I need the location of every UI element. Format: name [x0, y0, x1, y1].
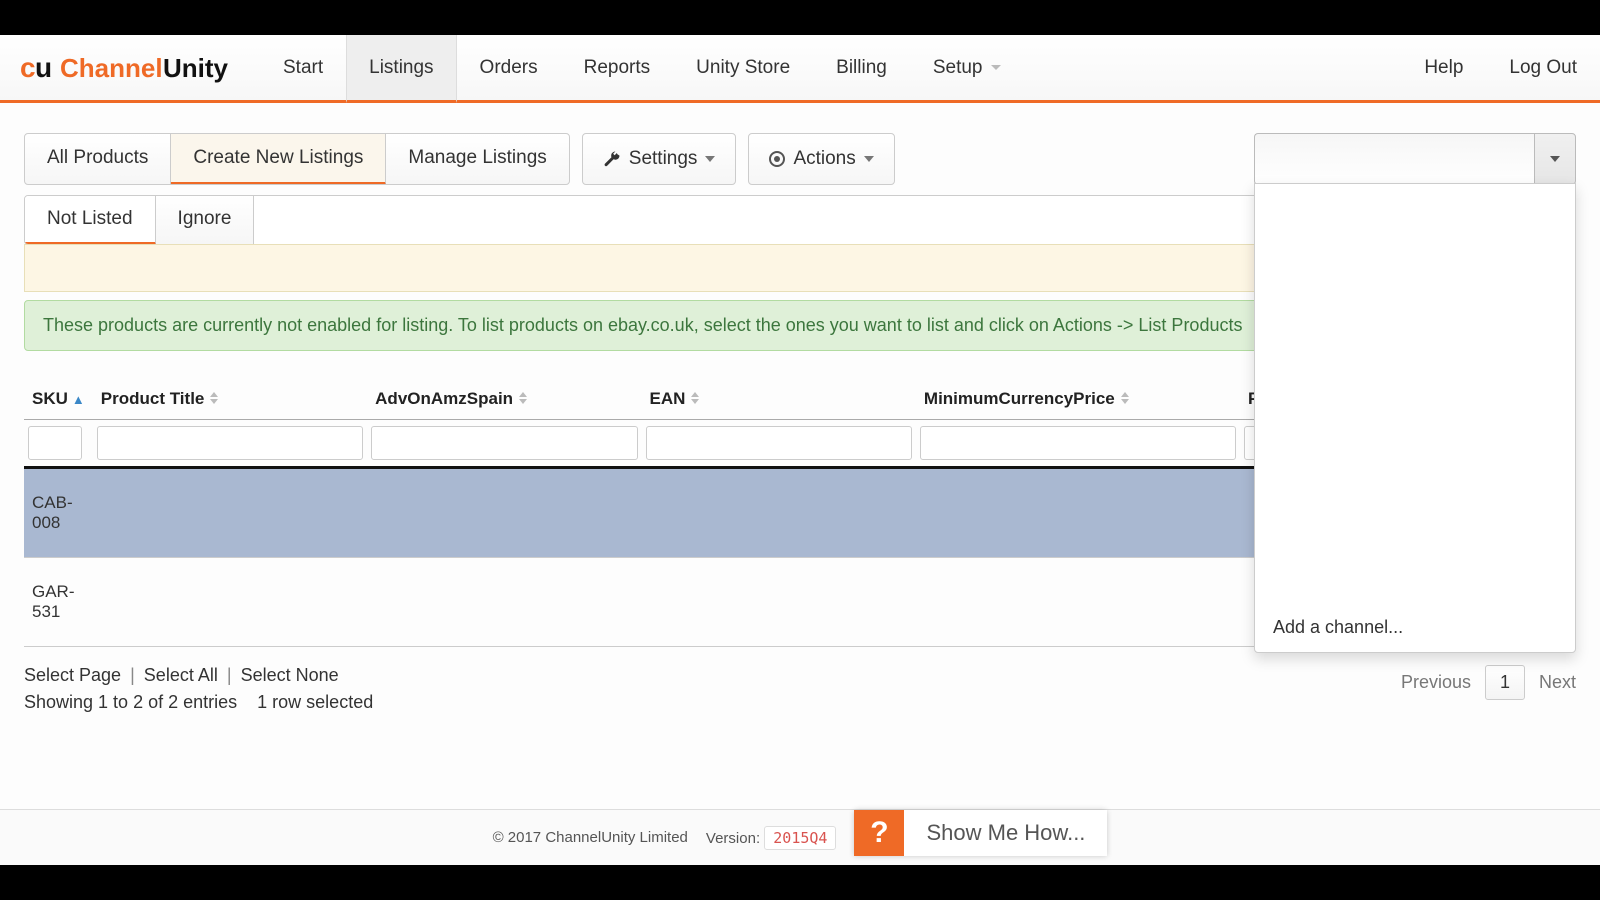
sort-icon	[691, 399, 699, 404]
version-value: 2015Q4	[764, 826, 836, 850]
filter-adv[interactable]	[371, 426, 637, 460]
svg-text:u: u	[35, 52, 52, 83]
copyright: © 2017 ChannelUnity Limited	[493, 829, 688, 846]
cell-ean	[642, 468, 916, 558]
nav-right: Help Log Out	[1401, 35, 1600, 100]
select-none-link[interactable]: Select None	[241, 665, 339, 685]
version-label: Version:	[706, 830, 760, 847]
svg-text:c: c	[20, 52, 36, 83]
question-icon: ?	[854, 810, 904, 856]
settings-dropdown[interactable]: Settings	[582, 133, 737, 185]
nav-reports[interactable]: Reports	[561, 35, 674, 100]
col-advonamzspain[interactable]: AdvOnAmzSpain	[367, 379, 641, 420]
cell-title	[93, 558, 367, 647]
nav-unity-store[interactable]: Unity Store	[673, 35, 813, 100]
wrench-icon	[603, 150, 621, 168]
nav-start[interactable]: Start	[260, 35, 346, 100]
current-page[interactable]: 1	[1485, 665, 1525, 700]
caret-down-icon	[864, 156, 874, 162]
nav-links: Start Listings Orders Reports Unity Stor…	[260, 35, 1024, 100]
caret-down-icon	[705, 156, 715, 162]
target-icon	[769, 151, 785, 167]
tab-create-new-listings[interactable]: Create New Listings	[171, 134, 386, 185]
previous-button[interactable]: Previous	[1401, 672, 1471, 693]
col-sku[interactable]: SKU▲	[24, 379, 93, 420]
cell-title	[93, 468, 367, 558]
logo-icon: c u Channel Unity	[20, 51, 230, 85]
showing-text: Showing 1 to 2 of 2 entries	[24, 692, 237, 712]
help-widget[interactable]: ? Show Me How...	[854, 810, 1107, 856]
tab-manage-listings[interactable]: Manage Listings	[386, 134, 568, 184]
sort-icon	[1121, 399, 1129, 404]
actions-label: Actions	[793, 148, 855, 170]
col-ean[interactable]: EAN	[642, 379, 916, 420]
col-product-title[interactable]: Product Title	[93, 379, 367, 420]
cell-adv	[367, 558, 641, 647]
filter-mincur[interactable]	[920, 426, 1236, 460]
col-mincurprice[interactable]: MinimumCurrencyPrice	[916, 379, 1240, 420]
nav-orders[interactable]: Orders	[457, 35, 561, 100]
channel-menu-add[interactable]: Add a channel...	[1255, 603, 1575, 652]
nav-billing[interactable]: Billing	[813, 35, 910, 100]
nav-logout[interactable]: Log Out	[1486, 35, 1600, 100]
cell-sku: GAR-531	[24, 558, 93, 647]
tab-not-listed[interactable]: Not Listed	[25, 196, 156, 245]
select-page-link[interactable]: Select Page	[24, 665, 121, 685]
cell-mincur	[916, 558, 1240, 647]
filter-sku[interactable]	[28, 426, 82, 460]
filter-title[interactable]	[97, 426, 363, 460]
channel-selector: Add a channel...	[1254, 133, 1576, 185]
sort-icon	[519, 399, 527, 404]
pager: Select Page | Select All | Select None S…	[0, 647, 1600, 713]
channel-dropdown-menu: Add a channel...	[1254, 183, 1576, 653]
svg-text:Unity: Unity	[163, 53, 229, 83]
caret-down-icon	[1550, 156, 1560, 162]
filter-ean[interactable]	[646, 426, 912, 460]
toolbar-row: All Products Create New Listings Manage …	[24, 133, 1576, 185]
nav-help[interactable]: Help	[1401, 35, 1486, 100]
selection-text: 1 row selected	[257, 692, 373, 712]
channel-selected-display[interactable]	[1254, 133, 1534, 185]
settings-label: Settings	[629, 148, 698, 170]
svg-text:Channel: Channel	[60, 53, 163, 83]
cell-adv	[367, 468, 641, 558]
top-nav: c u Channel Unity Start Listings Orders …	[0, 35, 1600, 103]
help-widget-label: Show Me How...	[904, 810, 1107, 856]
next-button[interactable]: Next	[1539, 672, 1576, 693]
nav-setup[interactable]: Setup	[910, 35, 1024, 100]
channel-dropdown-button[interactable]	[1534, 133, 1576, 185]
tab-all-products[interactable]: All Products	[25, 134, 171, 184]
nav-listings[interactable]: Listings	[346, 35, 456, 103]
sort-asc-icon: ▲	[72, 392, 85, 407]
sort-icon	[210, 399, 218, 404]
cell-sku: CAB-008	[24, 468, 93, 558]
status-bar: © 2017 ChannelUnity Limited Version: 201…	[0, 809, 1600, 865]
cell-ean	[642, 558, 916, 647]
select-all-link[interactable]: Select All	[144, 665, 218, 685]
logo[interactable]: c u Channel Unity	[20, 35, 260, 100]
tab-ignore[interactable]: Ignore	[156, 196, 255, 244]
primary-tabs: All Products Create New Listings Manage …	[24, 133, 570, 185]
cell-mincur	[916, 468, 1240, 558]
actions-dropdown[interactable]: Actions	[748, 133, 894, 185]
